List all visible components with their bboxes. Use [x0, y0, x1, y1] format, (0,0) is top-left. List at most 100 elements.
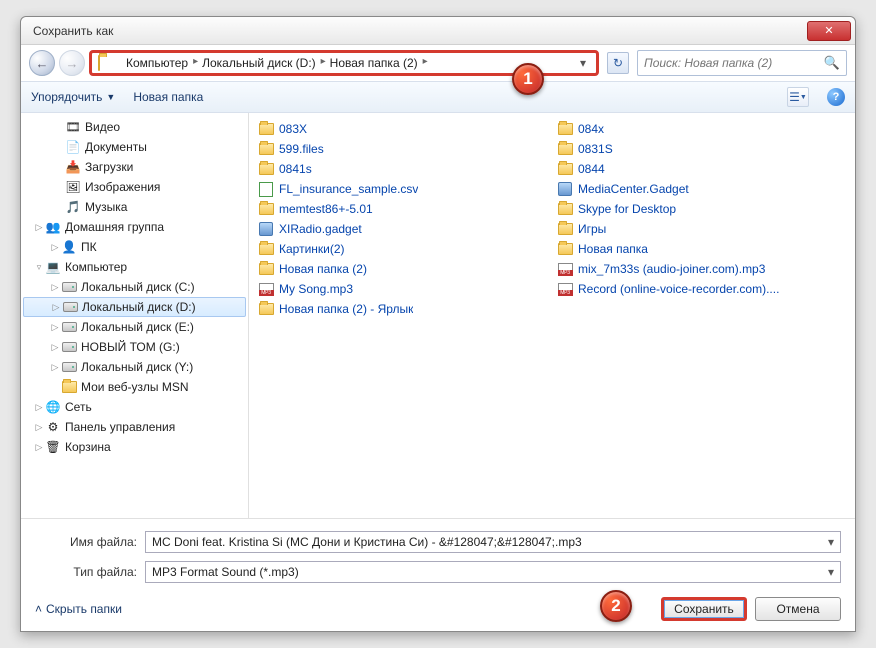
- drive-icon: [61, 279, 77, 295]
- file-name: Skype for Desktop: [578, 202, 676, 216]
- tree-drive-e[interactable]: ▷Локальный диск (E:): [21, 317, 248, 337]
- file-item[interactable]: Skype for Desktop: [552, 199, 851, 219]
- drive-icon: [62, 299, 78, 315]
- tree-documents[interactable]: 📄Документы: [21, 137, 248, 157]
- filename-input[interactable]: MC Doni feat. Kristina Si (МС Дони и Кри…: [145, 531, 841, 553]
- file-item[interactable]: memtest86+-5.01: [253, 199, 552, 219]
- file-item[interactable]: FL_insurance_sample.csv: [253, 179, 552, 199]
- breadcrumb-dropdown[interactable]: ▾: [572, 56, 594, 70]
- folder-icon: [98, 56, 114, 70]
- computer-icon: 💻: [45, 259, 61, 275]
- tree-music[interactable]: 🎵Музыка: [21, 197, 248, 217]
- file-item[interactable]: Новая папка: [552, 239, 851, 259]
- file-item[interactable]: 0844: [552, 159, 851, 179]
- file-item[interactable]: 599.files: [253, 139, 552, 159]
- tree-computer[interactable]: ▿💻Компьютер: [21, 257, 248, 277]
- folder-icon: [556, 201, 574, 217]
- search-input[interactable]: [644, 56, 818, 70]
- search-box[interactable]: 🔍: [637, 50, 847, 76]
- file-item[interactable]: 083X: [253, 119, 552, 139]
- filetype-value: MP3 Format Sound (*.mp3): [152, 565, 299, 579]
- crumb-folder[interactable]: Новая папка (2): [322, 56, 424, 70]
- tree-drive-g[interactable]: ▷НОВЫЙ ТОМ (G:): [21, 337, 248, 357]
- expand-icon[interactable]: ▷: [49, 282, 61, 293]
- filetype-dropdown[interactable]: ▾: [828, 565, 834, 579]
- view-options-button[interactable]: ☰ ▼: [787, 87, 809, 107]
- file-item[interactable]: XIRadio.gadget: [253, 219, 552, 239]
- folder-icon: [257, 241, 275, 257]
- tree-drive-d[interactable]: ▷Локальный диск (D:): [23, 297, 246, 317]
- folder-icon: [556, 241, 574, 257]
- chevron-down-icon: ▼: [106, 92, 115, 102]
- file-column-left: 083X 599.files0841sFL_insurance_sample.cs…: [253, 119, 552, 512]
- tree-pictures[interactable]: 🖼Изображения: [21, 177, 248, 197]
- forward-button[interactable]: →: [59, 50, 85, 76]
- help-button[interactable]: ?: [827, 88, 845, 106]
- file-item[interactable]: My Song.mp3: [253, 279, 552, 299]
- file-item[interactable]: Новая папка (2): [253, 259, 552, 279]
- tree-drive-y[interactable]: ▷Локальный диск (Y:): [21, 357, 248, 377]
- folder-icon: [556, 141, 574, 157]
- drive-icon: [61, 339, 77, 355]
- file-name: 0831S: [578, 142, 613, 156]
- collapse-icon[interactable]: ▿: [33, 262, 45, 273]
- recycle-icon: 🗑: [45, 439, 61, 455]
- tree-video[interactable]: 🎞Видео: [21, 117, 248, 137]
- search-icon: 🔍: [824, 55, 840, 71]
- nav-tree[interactable]: 🎞Видео 📄Документы 📥Загрузки 🖼Изображения…: [21, 113, 249, 518]
- expand-icon[interactable]: ▷: [49, 322, 61, 333]
- file-item[interactable]: Игры: [552, 219, 851, 239]
- file-column-right: 084x 0831S 0844 MediaCenter.Gadget Skype for…: [552, 119, 851, 512]
- tree-control-panel[interactable]: ▷⚙Панель управления: [21, 417, 248, 437]
- close-button[interactable]: ✕: [807, 21, 851, 41]
- expand-icon[interactable]: ▷: [50, 302, 62, 313]
- annotation-badge-1: 1: [512, 63, 544, 95]
- expand-icon[interactable]: ▷: [33, 442, 45, 453]
- file-name: 0844: [578, 162, 605, 176]
- file-item[interactable]: Record (online-voice-recorder.com)....: [552, 279, 851, 299]
- folder-icon: [61, 379, 77, 395]
- expand-icon[interactable]: ▷: [49, 362, 61, 373]
- file-list[interactable]: 083X 599.files0841sFL_insurance_sample.cs…: [249, 113, 855, 518]
- download-icon: 📥: [65, 159, 81, 175]
- gadget-icon: [556, 181, 574, 197]
- tree-network[interactable]: ▷🌐Сеть: [21, 397, 248, 417]
- refresh-button[interactable]: ↻: [607, 52, 629, 74]
- filename-value: MC Doni feat. Kristina Si (МС Дони и Кри…: [152, 535, 582, 549]
- expand-icon[interactable]: ▷: [33, 222, 45, 233]
- back-button[interactable]: ←: [29, 50, 55, 76]
- save-button[interactable]: Сохранить: [661, 597, 747, 621]
- tree-pk[interactable]: ▷👤ПК: [21, 237, 248, 257]
- tree-recycle[interactable]: ▷🗑Корзина: [21, 437, 248, 457]
- file-name: 083X: [279, 122, 307, 136]
- file-item[interactable]: Новая папка (2) - Ярлык: [253, 299, 552, 319]
- close-icon: ✕: [824, 24, 833, 37]
- file-item[interactable]: 084x: [552, 119, 851, 139]
- tree-homegroup[interactable]: ▷👥Домашняя группа: [21, 217, 248, 237]
- save-as-dialog: Сохранить как ✕ ← → Компьютер Локальный …: [20, 16, 856, 632]
- hide-folders-link[interactable]: ˄ Скрыть папки: [35, 602, 122, 616]
- tree-msn[interactable]: Мои веб-узлы MSN: [21, 377, 248, 397]
- expand-icon[interactable]: ▷: [33, 402, 45, 413]
- drive-icon: [61, 359, 77, 375]
- file-item[interactable]: 0841s: [253, 159, 552, 179]
- file-item[interactable]: mix_7m33s (audio-joiner.com).mp3: [552, 259, 851, 279]
- homegroup-icon: 👥: [45, 219, 61, 235]
- picture-icon: 🖼: [65, 179, 81, 195]
- new-folder-button[interactable]: Новая папка: [133, 90, 203, 104]
- expand-icon[interactable]: ▷: [49, 342, 61, 353]
- mp3-icon: [257, 281, 275, 297]
- file-item[interactable]: 0831S: [552, 139, 851, 159]
- tree-drive-c[interactable]: ▷Локальный диск (C:): [21, 277, 248, 297]
- cancel-button[interactable]: Отмена: [755, 597, 841, 621]
- expand-icon[interactable]: ▷: [49, 242, 61, 253]
- crumb-drive-d[interactable]: Локальный диск (D:): [194, 56, 322, 70]
- filename-dropdown[interactable]: ▾: [828, 535, 834, 549]
- crumb-computer[interactable]: Компьютер: [118, 56, 194, 70]
- filetype-select[interactable]: MP3 Format Sound (*.mp3) ▾: [145, 561, 841, 583]
- organize-button[interactable]: Упорядочить ▼: [31, 90, 115, 104]
- file-item[interactable]: Картинки(2): [253, 239, 552, 259]
- tree-downloads[interactable]: 📥Загрузки: [21, 157, 248, 177]
- file-item[interactable]: MediaCenter.Gadget: [552, 179, 851, 199]
- expand-icon[interactable]: ▷: [33, 422, 45, 433]
